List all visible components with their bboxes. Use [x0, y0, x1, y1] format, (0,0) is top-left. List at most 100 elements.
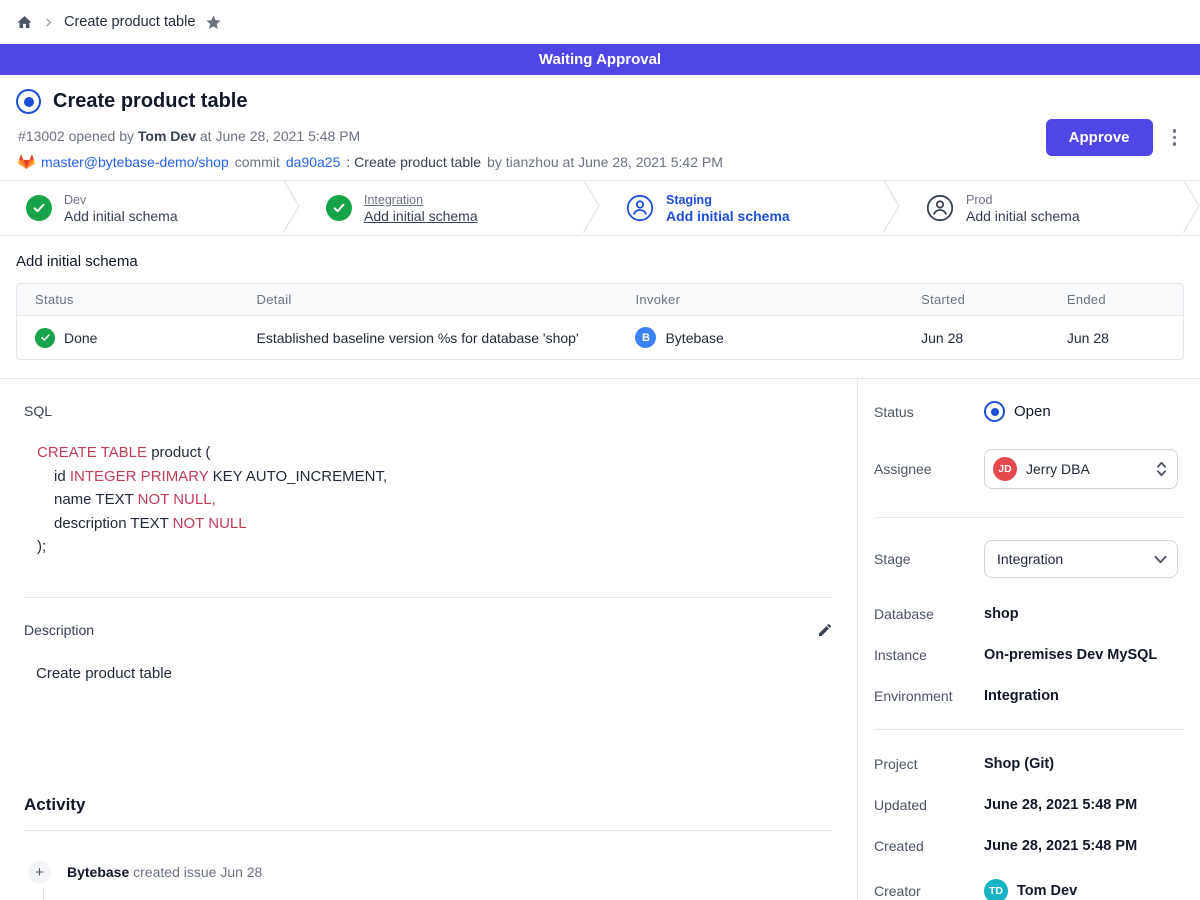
stage-staging[interactable]: Staging Add initial schema [600, 181, 882, 235]
created-value: June 28, 2021 5:48 PM [984, 838, 1137, 854]
project-value: Shop (Git) [984, 756, 1054, 772]
column-header-started: Started [903, 284, 1049, 315]
table-row[interactable]: Done Established baseline version %s for… [17, 316, 1183, 359]
issue-sidebar: Status Open Assignee JD Jerry DBA Stage … [857, 379, 1200, 900]
activity-item: + Bytebase created issue Jun 28 [28, 861, 833, 884]
stage-separator [282, 180, 300, 236]
task-done-check-icon [35, 328, 55, 348]
task-section: Add initial schema Status Detail Invoker… [0, 253, 1200, 378]
stage-task-label[interactable]: Add initial schema [64, 208, 178, 224]
creator-label: Creator [874, 883, 984, 899]
instance-value: On-premises Dev MySQL [984, 647, 1157, 663]
stage-done-check-icon [26, 195, 52, 221]
stage-integration[interactable]: Integration Add initial schema [300, 181, 582, 235]
stage-task-label[interactable]: Add initial schema [966, 208, 1080, 224]
description-content: Create product table [36, 665, 833, 682]
sql-line: description TEXT NOT NULL [24, 512, 833, 536]
divider [24, 597, 833, 598]
creator-avatar: TD [984, 879, 1008, 900]
stage-task-label[interactable]: Add initial schema [364, 208, 478, 224]
commit-hash-link[interactable]: da90a25 [286, 154, 341, 170]
commit-word: commit [235, 154, 280, 170]
updated-value: June 28, 2021 5:48 PM [984, 797, 1137, 813]
sql-code-block: CREATE TABLE product ( id INTEGER PRIMAR… [24, 441, 833, 559]
commit-suffix: by tianzhou at June 28, 2021 5:42 PM [487, 154, 723, 170]
commit-info: master@bytebase-demo/shop commit da90a25… [18, 154, 723, 170]
stage-done-check-icon [326, 195, 352, 221]
commit-branch-link[interactable]: master@bytebase-demo/shop [41, 154, 229, 170]
status-label: Status [874, 404, 984, 420]
edit-pencil-icon[interactable] [817, 622, 833, 638]
task-status: Done [64, 330, 97, 346]
stage-prod[interactable]: Prod Add initial schema [900, 181, 1182, 235]
stage-task-label[interactable]: Add initial schema [666, 208, 790, 224]
divider [874, 729, 1184, 730]
stage-env-label[interactable]: Integration [364, 193, 478, 207]
breadcrumb-current-page: Create product table [64, 14, 195, 30]
sql-line: CREATE TABLE product ( [24, 441, 833, 465]
stage-separator [1182, 180, 1200, 236]
project-label: Project [874, 756, 984, 772]
status-value: Open [1014, 403, 1051, 420]
environment-value: Integration [984, 688, 1059, 704]
gitlab-icon [18, 154, 35, 170]
creator-value: Tom Dev [1017, 883, 1077, 899]
task-started: Jun 28 [903, 319, 1049, 357]
assignee-avatar: JD [993, 457, 1017, 481]
stage-select[interactable]: Integration [984, 540, 1178, 578]
column-header-detail: Detail [239, 284, 618, 315]
sql-line: id INTEGER PRIMARY KEY AUTO_INCREMENT, [24, 465, 833, 489]
database-value: shop [984, 606, 1019, 622]
invoker-avatar: B [635, 327, 656, 348]
activity-action: created issue Jun 28 [129, 864, 262, 880]
issue-author: Tom Dev [138, 128, 196, 144]
column-header-ended: Ended [1049, 284, 1183, 315]
stage-person-icon [626, 194, 654, 222]
commit-message: : Create product table [346, 154, 481, 170]
sql-line: name TEXT NOT NULL, [24, 488, 833, 512]
assignee-label: Assignee [874, 461, 984, 477]
issue-main-panel: SQL CREATE TABLE product ( id INTEGER PR… [0, 379, 857, 900]
instance-label: Instance [874, 647, 984, 663]
sql-section-label: SQL [24, 403, 833, 419]
stage-label: Stage [874, 551, 984, 567]
issue-meta-prefix: #13002 opened by [18, 128, 138, 144]
status-banner: Waiting Approval [0, 44, 1200, 75]
stage-env-label: Staging [666, 193, 790, 207]
task-ended: Jun 28 [1049, 319, 1183, 357]
status-open-icon [984, 401, 1005, 422]
updown-chevron-icon [1156, 461, 1167, 477]
more-options-icon[interactable] [1169, 125, 1181, 150]
chevron-down-icon [1154, 555, 1167, 564]
issue-meta-suffix: at June 28, 2021 5:48 PM [196, 128, 360, 144]
column-header-status: Status [17, 284, 239, 315]
pipeline: Dev Add initial schema Integration Add i… [0, 180, 1200, 236]
task-section-heading: Add initial schema [16, 253, 1200, 270]
stage-dev[interactable]: Dev Add initial schema [0, 181, 282, 235]
plus-icon: + [28, 861, 51, 884]
home-icon[interactable] [16, 14, 33, 31]
created-label: Created [874, 838, 984, 854]
updated-label: Updated [874, 797, 984, 813]
stage-env-label: Dev [64, 193, 178, 207]
divider [874, 517, 1184, 518]
stage-separator [882, 180, 900, 236]
activity-actor: Bytebase [67, 864, 129, 880]
task-invoker: Bytebase [665, 330, 723, 346]
favorite-star-icon[interactable] [205, 14, 222, 31]
assignee-value: Jerry DBA [1026, 461, 1147, 477]
column-header-invoker: Invoker [617, 284, 903, 315]
issue-header: Create product table #13002 opened by To… [0, 75, 1200, 180]
chevron-right-icon [43, 17, 54, 28]
approve-button[interactable]: Approve [1046, 119, 1153, 156]
assignee-select[interactable]: JD Jerry DBA [984, 449, 1178, 489]
stage-separator [582, 180, 600, 236]
activity-heading: Activity [24, 795, 833, 815]
stage-env-label: Prod [966, 193, 1080, 207]
issue-meta: #13002 opened by Tom Dev at June 28, 202… [18, 128, 723, 144]
stage-person-icon [926, 194, 954, 222]
sql-line: ); [24, 535, 833, 559]
environment-label: Environment [874, 688, 984, 704]
description-label: Description [24, 622, 94, 638]
task-table: Status Detail Invoker Started Ended Done… [16, 283, 1184, 360]
